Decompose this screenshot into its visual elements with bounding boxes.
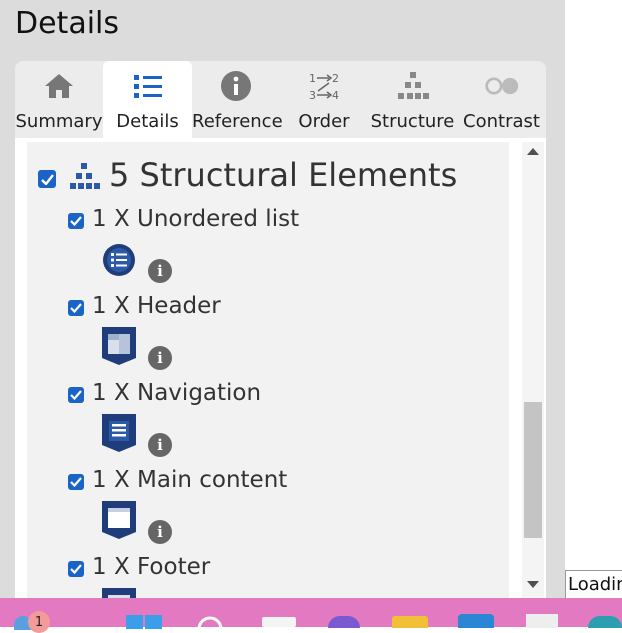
- list-icon: [130, 70, 166, 102]
- tab-order[interactable]: 1 2 3 4 Order: [280, 61, 368, 138]
- tab-label: Reference: [192, 111, 283, 132]
- chat-icon[interactable]: [328, 616, 360, 628]
- tab-label: Contrast: [463, 111, 540, 132]
- app-icon[interactable]: [526, 614, 558, 628]
- item-label: 1 X Unordered list: [92, 206, 300, 232]
- tab-label: Summary: [15, 111, 103, 132]
- home-icon: [41, 70, 77, 102]
- footer-icon: [101, 587, 137, 598]
- info-icon[interactable]: i: [148, 259, 172, 283]
- hierarchy-icon: [395, 70, 431, 102]
- store-icon[interactable]: [458, 614, 494, 628]
- svg-text:2: 2: [332, 72, 339, 85]
- scrollbar[interactable]: [522, 142, 544, 598]
- tab-reference[interactable]: Reference: [192, 61, 283, 138]
- item-label: 1 X Footer: [92, 554, 211, 580]
- order-icon: 1 2 3 4: [306, 70, 342, 102]
- unordered-list-icon: [102, 243, 136, 281]
- group-title: 5 Structural Elements: [109, 156, 458, 194]
- tab-summary[interactable]: Summary: [15, 61, 103, 138]
- tab-label: Order: [298, 111, 350, 132]
- group-checkbox[interactable]: [38, 170, 56, 188]
- structure-icon: [68, 162, 100, 194]
- file-explorer-icon[interactable]: [392, 616, 428, 628]
- notification-badge: 1: [28, 611, 50, 633]
- contrast-icon: [484, 70, 520, 102]
- info-icon: [218, 70, 254, 102]
- details-content: 5 Structural Elements 1 X Unordered list…: [27, 142, 509, 598]
- browser-icon[interactable]: [588, 616, 622, 628]
- search-icon[interactable]: [196, 614, 224, 633]
- tab-details[interactable]: Details: [103, 61, 192, 138]
- item-label: 1 X Main content: [92, 467, 288, 493]
- svg-text:3: 3: [309, 89, 316, 102]
- tab-contrast[interactable]: Contrast: [457, 61, 546, 138]
- header-icon: [101, 326, 137, 370]
- loading-status: Loadin: [565, 570, 622, 598]
- svg-text:4: 4: [332, 89, 339, 102]
- scroll-up-arrow-icon[interactable]: [527, 148, 539, 155]
- item-checkbox[interactable]: [68, 474, 84, 490]
- details-panel: Details Summary Details Reference 1 2 3 …: [0, 0, 565, 598]
- tab-label: Details: [116, 111, 179, 132]
- item-label: 1 X Navigation: [92, 380, 262, 406]
- scroll-down-arrow-icon[interactable]: [527, 581, 539, 588]
- start-icon[interactable]: [126, 614, 162, 633]
- info-icon[interactable]: i: [148, 520, 172, 544]
- panel-title: Details: [15, 6, 120, 41]
- tab-structure[interactable]: Structure: [368, 61, 457, 138]
- task-view-icon[interactable]: [262, 617, 296, 627]
- item-checkbox[interactable]: [68, 387, 84, 403]
- info-icon[interactable]: i: [148, 433, 172, 457]
- svg-text:1: 1: [309, 72, 316, 85]
- navigation-icon: [101, 413, 137, 457]
- item-checkbox[interactable]: [68, 213, 84, 229]
- item-label: 1 X Header: [92, 293, 221, 319]
- taskbar: [0, 598, 622, 633]
- info-icon[interactable]: i: [148, 346, 172, 370]
- tab-bar: Summary Details Reference 1 2 3 4 Order …: [15, 61, 546, 138]
- item-checkbox[interactable]: [68, 300, 84, 316]
- item-checkbox[interactable]: [68, 561, 84, 577]
- tab-label: Structure: [370, 111, 455, 132]
- main-content-icon: [101, 500, 137, 544]
- scroll-thumb[interactable]: [524, 402, 542, 538]
